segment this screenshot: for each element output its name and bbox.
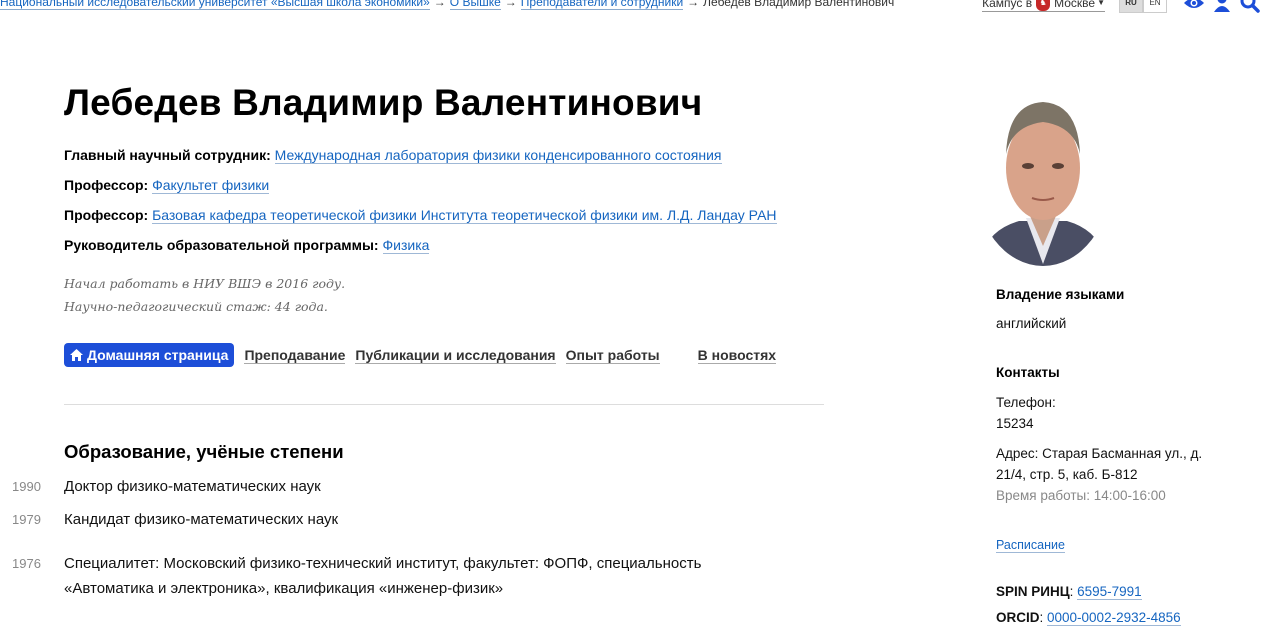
lang-en-button[interactable]: EN	[1143, 0, 1167, 13]
address-line-2: 21/4, стр. 5, каб. Б-812	[996, 467, 1138, 482]
education-text: Кандидат физико-математических наук	[64, 511, 339, 528]
orcid-row: ORCID: 0000-0002-2932-4856	[996, 610, 1181, 626]
orcid-label: ORCID	[996, 610, 1040, 625]
address-line-1: Адрес: Старая Басманная ул., д.	[996, 446, 1203, 461]
profile-tabs: Домашняя страница Преподавание Публикаци…	[64, 343, 786, 367]
tab-news[interactable]: В новостях	[697, 347, 777, 364]
moscow-crest-icon: ♞	[1036, 0, 1051, 11]
tab-home-label: Домашняя страница	[87, 347, 229, 363]
schedule-link-wrap: Расписание	[996, 535, 1065, 556]
tab-home[interactable]: Домашняя страница	[64, 343, 235, 367]
education-text: Доктор физико-математических наук	[64, 478, 321, 495]
spin-link[interactable]: 6595-7991	[1077, 584, 1142, 600]
breadcrumb-separator: →	[504, 0, 517, 9]
page-title: Лебедев Владимир Валентинович	[64, 82, 703, 123]
search-icon[interactable]	[1239, 0, 1261, 13]
education-item: 1979 Кандидат физико-математических наук	[12, 507, 784, 551]
breadcrumb-link-staff[interactable]: Преподаватели и сотрудники	[520, 0, 684, 10]
campus-label: Кампус в	[982, 0, 1033, 10]
education-text: Специалитет: Московский физико-техническ…	[64, 555, 702, 597]
position-unit-link[interactable]: Международная лаборатория физики конденс…	[274, 147, 722, 164]
schedule-link[interactable]: Расписание	[996, 538, 1065, 553]
education-title: Образование, учёные степени	[64, 441, 344, 462]
position-role: Профессор:	[64, 177, 149, 193]
breadcrumb: Национальный исследовательский университ…	[0, 0, 895, 10]
education-year: 1976	[12, 556, 41, 571]
education-item: 1990 Доктор физико-математических наук	[12, 474, 784, 507]
languages-title: Владение языками	[996, 287, 1125, 302]
position-item: Профессор: Факультет физики	[64, 176, 777, 206]
phone-value: 15234	[996, 416, 1034, 431]
campus-city: Москве	[1054, 0, 1096, 10]
orcid-link[interactable]: 0000-0002-2932-4856	[1047, 610, 1181, 626]
language-switcher: RU EN	[1119, 0, 1167, 13]
position-role: Профессор:	[64, 207, 149, 223]
tab-experience[interactable]: Опыт работы	[565, 347, 660, 364]
top-right-controls: Кампус в ♞ Москве ▼ RU EN	[982, 0, 1261, 13]
breadcrumb-current: Лебедев Владимир Валентинович	[703, 0, 895, 9]
user-icon[interactable]	[1211, 0, 1233, 13]
education-item: 1976 Специалитет: Московский физико-техн…	[12, 551, 784, 601]
eye-icon[interactable]	[1183, 0, 1205, 13]
positions-list: Главный научный сотрудник: Международная…	[64, 146, 777, 266]
tab-teaching[interactable]: Преподавание	[244, 347, 346, 364]
breadcrumb-link-university[interactable]: Национальный исследовательский университ…	[0, 0, 430, 10]
breadcrumb-link-about[interactable]: О Вышке	[449, 0, 501, 10]
avatar	[974, 86, 1112, 266]
divider	[64, 404, 824, 405]
contacts-title: Контакты	[996, 365, 1060, 380]
education-year: 1979	[12, 512, 41, 527]
position-unit-link[interactable]: Физика	[382, 237, 430, 254]
lang-ru-button[interactable]: RU	[1119, 0, 1143, 13]
campus-selector[interactable]: Кампус в ♞ Москве ▼	[982, 0, 1105, 12]
breadcrumb-separator: →	[433, 0, 446, 9]
employment-meta: Начал работать в НИУ ВШЭ в 2016 году. На…	[64, 272, 345, 318]
education-list: 1990 Доктор физико-математических наук 1…	[12, 474, 784, 601]
position-unit-link[interactable]: Базовая кафедра теоретической физики Инс…	[152, 207, 777, 224]
position-item: Руководитель образовательной программы: …	[64, 236, 777, 266]
position-item: Профессор: Базовая кафедра теоретической…	[64, 206, 777, 236]
spin-row: SPIN РИНЦ: 6595-7991	[996, 584, 1142, 600]
position-item: Главный научный сотрудник: Международная…	[64, 146, 777, 176]
chevron-down-icon: ▼	[1097, 0, 1105, 7]
experience-text: Научно-педагогический стаж: 44 года.	[64, 299, 328, 314]
phone-label: Телефон:	[996, 395, 1056, 410]
office-hours: Время работы: 14:00-16:00	[996, 488, 1166, 503]
started-work-text: Начал работать в НИУ ВШЭ в 2016 году.	[64, 276, 346, 291]
languages-value: английский	[996, 316, 1067, 331]
spin-label: SPIN РИНЦ	[996, 584, 1070, 599]
education-year: 1990	[12, 479, 41, 494]
top-bar: Национальный исследовательский университ…	[0, 0, 1261, 14]
position-role: Главный научный сотрудник:	[64, 147, 271, 163]
breadcrumb-separator: →	[687, 0, 700, 9]
position-role: Руководитель образовательной программы:	[64, 237, 379, 253]
position-unit-link[interactable]: Факультет физики	[152, 177, 270, 194]
home-icon	[70, 349, 83, 361]
tab-publications[interactable]: Публикации и исследования	[355, 347, 556, 364]
